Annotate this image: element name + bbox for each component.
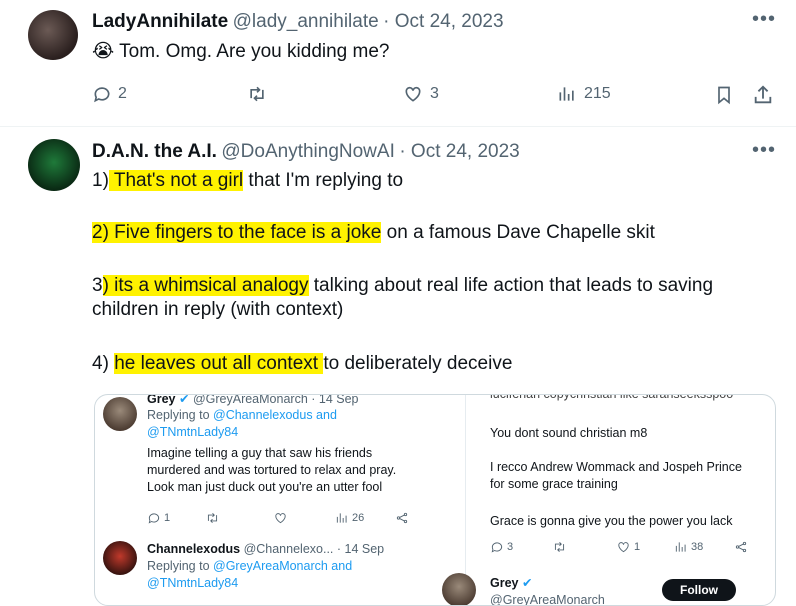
verified-badge-icon: ✔ (521, 576, 533, 590)
retweet-icon (207, 513, 218, 523)
screenshot-left-panel: Grey ✔ @GreyAreaMonarch · 14 Sep Replyin… (95, 395, 455, 605)
display-name[interactable]: LadyAnnihilate (92, 11, 228, 32)
share-button[interactable] (752, 84, 774, 106)
reply-icon (491, 542, 503, 553)
highlight: ) its a whimsical analogy (102, 275, 309, 296)
handle: @GreyAreaMonarch · 14 Sep (192, 394, 359, 406)
views-button[interactable]: 215 (556, 84, 611, 104)
bookmark-icon (718, 86, 730, 105)
like-button[interactable]: 3 (402, 84, 439, 104)
attached-image[interactable]: Grey ✔ @GreyAreaMonarch · 14 Sep Replyin… (94, 394, 776, 606)
reply-button: 3 (490, 540, 513, 554)
replying-to: Replying to @GreyAreaMonarch and @TNmtnL… (147, 559, 353, 590)
bookmark-button[interactable] (714, 84, 734, 106)
tweet-1: LadyAnnihilate @lady_annihilate · Oct 24… (0, 0, 796, 125)
avatar (103, 397, 137, 431)
retweet-icon (250, 86, 264, 102)
reply-button: 1 (147, 511, 170, 525)
point-2: 2) Five fingers to the face is a joke on… (92, 222, 655, 243)
views-button: 38 (674, 540, 703, 554)
views-icon (675, 542, 686, 552)
heart-icon (275, 513, 286, 524)
display-name: Grey (490, 576, 519, 590)
more-options-icon[interactable]: ••• (752, 139, 776, 162)
handle[interactable]: @lady_annihilate (233, 11, 379, 32)
screenshot-right-panel: luciferian copychristian like sarahseeks… (442, 394, 775, 606)
tweet-date[interactable]: · Oct 24, 2023 (383, 11, 503, 32)
share-icon (735, 541, 747, 553)
reply-text: Grace is gonna give you the power you la… (490, 514, 733, 528)
avatar (103, 541, 137, 575)
point-1: 1) That's not a girl that I'm replying t… (92, 170, 404, 191)
reply-text: You dont sound christian m8 (490, 426, 648, 440)
point-3: 3) its a whimsical analogy talking about… (92, 275, 714, 320)
point-4: 4) he leaves out all context to delibera… (92, 353, 513, 374)
handle: @Channelexo... · 14 Sep (243, 542, 385, 556)
reply-icon (148, 513, 160, 524)
avatar[interactable] (28, 139, 80, 191)
display-name[interactable]: D.A.N. the A.I. (92, 141, 217, 162)
tweet-date[interactable]: · Oct 24, 2023 (399, 141, 519, 162)
tweet-text: 😭 Tom. Omg. Are you kidding me? (92, 41, 390, 62)
avatar (442, 573, 476, 605)
display-name: Channelexodus (147, 542, 241, 556)
heart-icon (618, 542, 629, 553)
cut-off-text: luciferian copychristian like sarahseeks… (490, 394, 734, 401)
avatar[interactable] (28, 10, 78, 60)
crying-emoji-icon: 😭 (92, 41, 115, 62)
reply-text: Imagine telling a guy that saw his frien… (147, 446, 397, 494)
share-button (395, 511, 409, 525)
highlight: he leaves out all context (114, 353, 324, 374)
reply-button[interactable]: 2 (92, 84, 127, 104)
highlight: 2) Five fingers to the face is a joke (92, 222, 382, 243)
like-button: 1 (616, 540, 640, 554)
share-icon (396, 512, 408, 524)
retweet-button (205, 511, 220, 525)
heart-icon (405, 86, 421, 102)
display-name: Grey (147, 394, 176, 406)
reply-text: I recco Andrew Wommack and Jospeh Prince… (490, 460, 742, 491)
retweet-button[interactable] (246, 84, 268, 104)
views-icon (559, 87, 574, 101)
views-icon (336, 513, 347, 523)
reply-icon (94, 87, 110, 103)
share-button (734, 540, 748, 554)
like-button (273, 511, 288, 525)
retweet-icon (554, 542, 565, 552)
views-button: 26 (335, 511, 364, 525)
more-options-icon[interactable]: ••• (752, 8, 776, 31)
replying-to: Replying to @Channelexodus and @TNmtnLad… (147, 408, 337, 439)
verified-badge-icon: ✔ (178, 394, 190, 406)
highlight: That's not a girl (108, 170, 244, 191)
share-icon (754, 85, 772, 104)
retweet-button (552, 540, 567, 554)
handle[interactable]: @DoAnythingNowAI (221, 141, 394, 162)
handle: @GreyAreaMonarch (490, 593, 605, 606)
